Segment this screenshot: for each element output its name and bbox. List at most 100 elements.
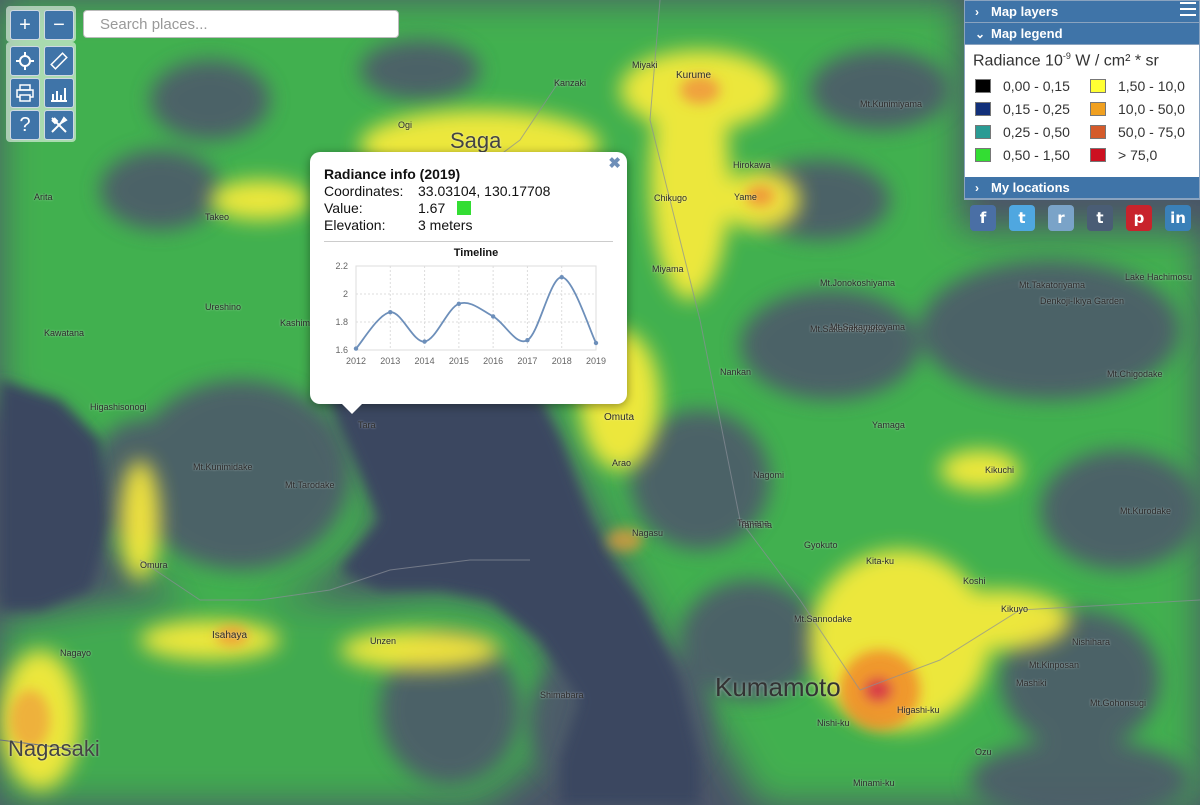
twitter-icon[interactable]: t (1009, 205, 1035, 231)
popup-divider (324, 241, 613, 242)
map-place-label: Kita-ku (866, 556, 895, 566)
map-place-label: Lake Hachimosu (1125, 272, 1193, 282)
coordinates-label: Coordinates: (324, 183, 404, 199)
x-tick-label: 2016 (483, 356, 503, 366)
menu-icon[interactable] (1180, 2, 1196, 16)
linkedin-icon[interactable]: in (1165, 205, 1191, 231)
popup-pointer (342, 404, 362, 414)
map-place-label: Miyama (652, 264, 684, 274)
social-share-bar: f t r t p in (970, 205, 1191, 231)
map-place-label: Mt.Kunimiyama (860, 99, 923, 109)
legend-item: 0,25 - 0,50 (975, 122, 1090, 142)
y-tick-label: 2.2 (335, 261, 348, 271)
ruler-icon (50, 52, 68, 70)
legend-swatch (1090, 148, 1106, 163)
legend-label: 0,00 - 0,15 (1003, 78, 1070, 95)
map-place-label: Mt.Gohonsugi (1090, 698, 1147, 708)
legend-title-main: Radiance 10 (973, 52, 1063, 70)
map-place-label: Ureshino (205, 302, 242, 312)
data-point (525, 338, 530, 343)
map-place-label: Nagomi (753, 470, 785, 480)
zoom-in-button[interactable]: + (10, 10, 40, 40)
data-point (353, 346, 359, 351)
map-place-label: Isahaya (212, 630, 248, 641)
my-locations-header[interactable]: › My locations (965, 177, 1199, 199)
coordinates-row: Coordinates: 33.03104, 130.17708 (324, 183, 550, 199)
data-point (593, 340, 599, 346)
map-place-label: Mt.Sakamotoyama (830, 322, 906, 332)
map-legend-header[interactable]: ⌄ Map legend (965, 23, 1199, 45)
legend-grid: 0,00 - 0,15 1,50 - 10,0 0,15 - 0,25 10,0 - … (965, 72, 1199, 171)
legend-label: 10,0 - 50,0 (1118, 101, 1185, 118)
legend-item: 0,15 - 0,25 (975, 99, 1090, 119)
map-layers-header[interactable]: › Map layers (965, 1, 1199, 23)
map-place-label: Mt.Sannodake (794, 614, 853, 624)
x-tick-label: 2018 (552, 356, 572, 366)
map-place-label: Kikuchi (985, 465, 1015, 475)
map-place-label: Omuta (604, 412, 635, 423)
pinterest-icon[interactable]: p (1126, 205, 1152, 231)
elevation-value: 3 meters (418, 217, 473, 233)
map-place-label: Higashi-ku (897, 705, 940, 715)
map-place-label: Nagayo (60, 648, 92, 658)
legend-title-units: W / cm² * sr (1070, 52, 1159, 70)
map-place-label: Nishi-ku (817, 718, 850, 728)
legend-item: 0,50 - 1,50 (975, 145, 1090, 165)
legend-swatch (975, 79, 991, 94)
tumblr-icon[interactable]: t (1087, 205, 1113, 231)
map-place-label: Arita (34, 192, 53, 202)
legend-swatch (1090, 79, 1106, 94)
print-button[interactable] (10, 78, 40, 108)
legend-item: 10,0 - 50,0 (1090, 99, 1200, 119)
legend-title-exponent: -9 (1062, 51, 1071, 61)
facebook-icon[interactable]: f (970, 205, 996, 231)
data-point (456, 301, 462, 306)
crosshair-icon (16, 52, 34, 70)
popup-title: Radiance info (2019) (324, 166, 461, 182)
zoom-out-button[interactable]: − (44, 10, 74, 40)
map-place-label: Mt.Jonokoshiyama (820, 278, 896, 288)
legend-label: 0,50 - 1,50 (1003, 147, 1070, 164)
search-input[interactable] (83, 10, 399, 38)
map-place-label: Takeo (205, 212, 230, 222)
reddit-icon[interactable]: r (1048, 205, 1074, 231)
x-tick-label: 2012 (346, 356, 366, 366)
legend-swatch (1090, 125, 1106, 140)
plot-area (355, 265, 597, 351)
legend-item: 0,00 - 0,15 (975, 76, 1090, 96)
elevation-label: Elevation: (324, 217, 386, 233)
x-tick-label: 2019 (586, 356, 606, 366)
statistics-button[interactable] (44, 78, 74, 108)
close-icon[interactable]: ✖ (608, 154, 621, 172)
my-locations-label: My locations (991, 180, 1070, 195)
data-point (388, 310, 393, 315)
value-label: Value: (324, 200, 363, 216)
chevron-right-icon: › (975, 4, 979, 19)
legend-swatch (975, 148, 991, 163)
map-place-label: Unzen (370, 636, 397, 646)
map-place-label: Denkoji-Ikiya Garden (1040, 296, 1125, 306)
legend-label: 50,0 - 75,0 (1118, 124, 1185, 141)
tools-button[interactable] (44, 110, 74, 140)
locate-button[interactable] (10, 46, 40, 76)
map-legend-label: Map legend (991, 26, 1063, 41)
radiance-info-popup: ✖ Radiance info (2019) Coordinates: 33.03… (310, 152, 627, 414)
map-place-label: Omura (140, 560, 168, 570)
map-place-label: Tamana (740, 520, 773, 530)
chart-icon (51, 88, 67, 102)
value-value: 1.67 (418, 200, 446, 216)
help-button[interactable]: ? (10, 110, 40, 140)
map-place-label: Tara (358, 420, 376, 430)
map-place-label: Mt.Takatoriyama (1019, 280, 1086, 290)
legend-swatch (1090, 102, 1106, 117)
x-tick-label: 2013 (380, 356, 400, 366)
legend-item: 50,0 - 75,0 (1090, 122, 1200, 142)
elevation-row: Elevation: 3 meters (324, 217, 472, 233)
chevron-down-icon: ⌄ (975, 26, 986, 41)
side-panel: › Map layers ⌄ Map legend Radiance 10-9 … (964, 0, 1200, 200)
measure-button[interactable] (44, 46, 74, 76)
value-row: Value: 1.67 (324, 200, 472, 216)
x-tick-label: 2017 (517, 356, 537, 366)
map-place-label: Mt.Tarodake (285, 480, 335, 490)
map-place-label: Nankan (720, 367, 752, 377)
